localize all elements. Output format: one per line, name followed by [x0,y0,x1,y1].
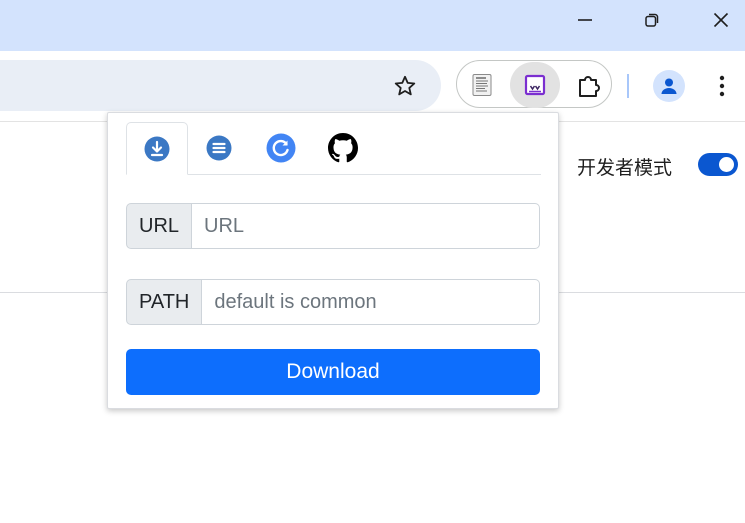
minimize-button[interactable] [562,0,608,40]
restore-button[interactable] [629,0,675,40]
url-field-label: URL [126,203,193,249]
browser-menu-button[interactable] [710,70,734,102]
account-icon [661,78,677,94]
popup-tabs [126,122,541,175]
profile-button[interactable] [653,70,685,102]
minimize-icon [578,19,592,21]
developer-mode-label: 开发者模式 [577,157,673,179]
list-icon [206,135,232,161]
path-field-label: PATH [126,279,203,325]
download-button[interactable]: Download [126,349,540,395]
toolbar-divider [627,74,629,98]
url-input[interactable] [192,203,540,249]
downloader-extension-icon [524,74,546,96]
address-bar[interactable] [0,60,441,111]
tab-github[interactable] [312,122,374,174]
star-icon [394,75,416,96]
tab-list[interactable] [188,122,250,174]
restore-icon [645,13,659,27]
extension-downloader-button[interactable] [510,62,560,108]
path-input[interactable] [202,279,540,325]
document-extension-icon [472,74,492,96]
bookmark-button[interactable] [389,70,421,102]
developer-mode-toggle[interactable] [698,153,738,176]
extension-document-button[interactable] [466,69,498,101]
close-window-button[interactable] [698,0,744,40]
tab-refresh[interactable] [250,122,312,174]
path-input-group: PATH [126,279,540,325]
puzzle-piece-icon [579,76,600,97]
extension-popup: URL PATH Download [107,112,559,409]
tab-download[interactable] [126,122,188,175]
close-icon [713,12,729,28]
toggle-knob [719,157,734,172]
download-icon [144,136,170,161]
refresh-icon [266,133,296,163]
more-vertical-icon [719,75,725,97]
extensions-menu-button[interactable] [573,69,605,101]
github-icon [328,133,358,163]
url-input-group: URL [126,203,540,249]
